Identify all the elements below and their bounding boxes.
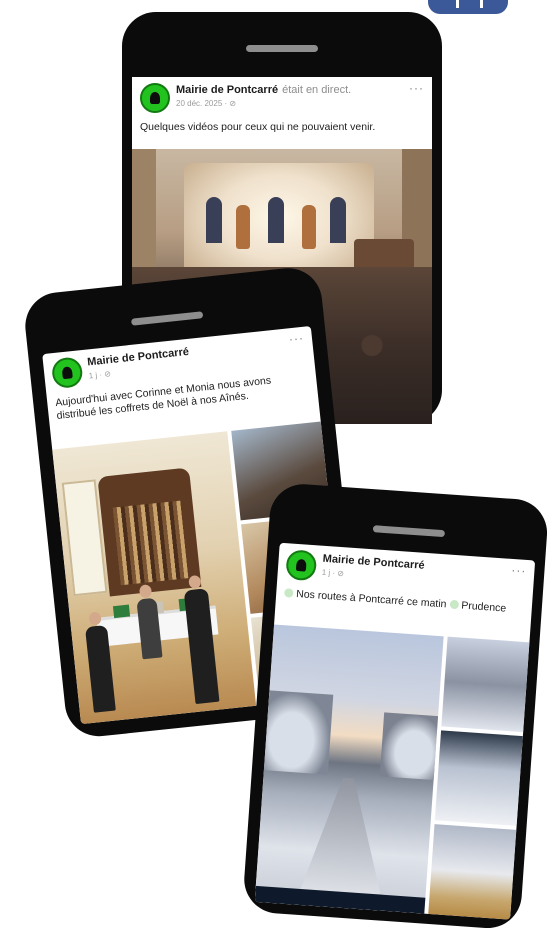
snowy-trees — [263, 690, 334, 775]
warning-icon — [449, 599, 459, 610]
page-avatar[interactable] — [50, 356, 84, 390]
photo-gift-distribution[interactable] — [52, 431, 257, 725]
post-date-text: 1 j · — [88, 369, 105, 381]
snowflake-icon — [283, 588, 294, 598]
phone-speaker — [372, 525, 446, 538]
post-date: 1 j · ⊘ — [322, 568, 345, 579]
phone-speaker — [130, 311, 204, 326]
photo-snowy-road[interactable] — [254, 624, 444, 914]
live-status-text: était en direct. — [282, 84, 352, 96]
bookcase — [97, 467, 202, 597]
post-header: Mairie de Pontcarré était en direct. 20 d… — [132, 77, 432, 121]
altar — [184, 163, 374, 283]
post-date-text: 20 déc. 2025 · — [176, 99, 230, 108]
page-name[interactable]: Mairie de Pontcarré était en direct. — [176, 84, 351, 96]
snowy-trees — [379, 712, 439, 780]
post-text: Quelques vidéos pour ceux qui ne pouvaie… — [140, 121, 376, 133]
statue — [302, 205, 316, 249]
globe-icon: ⊘ — [103, 369, 112, 379]
photo-thumbnail[interactable] — [428, 824, 517, 920]
page-name-text[interactable]: Mairie de Pontcarré — [176, 84, 278, 96]
altar-niche — [330, 197, 346, 243]
more-options-icon[interactable]: ··· — [511, 563, 527, 578]
statue — [236, 205, 250, 249]
more-options-icon[interactable]: ··· — [409, 81, 424, 95]
phone-speaker — [246, 45, 318, 52]
phone-mockup-snowy-roads: Mairie de Pontcarré 1 j · ⊘ ··· Nos rout… — [242, 482, 547, 930]
page-name[interactable]: Mairie de Pontcarré — [87, 346, 190, 369]
page-avatar[interactable] — [285, 549, 318, 582]
post-snowy-roads: Mairie de Pontcarré 1 j · ⊘ ··· Nos rout… — [254, 542, 536, 920]
photo-thumbnail[interactable] — [434, 730, 523, 826]
post-date: 1 j · ⊘ — [88, 369, 111, 380]
facebook-logo-corner — [428, 0, 508, 14]
post-date-text: 1 j · — [321, 567, 338, 578]
post-date: 20 déc. 2025 · ⊘ — [176, 99, 236, 108]
page-avatar[interactable] — [140, 83, 170, 113]
photo-thumbnail[interactable] — [441, 636, 530, 733]
globe-icon: ⊘ — [337, 568, 345, 579]
altar-niche — [268, 197, 284, 243]
more-options-icon[interactable]: ··· — [288, 331, 304, 346]
altar-niche — [206, 197, 222, 243]
globe-icon: ⊘ — [229, 99, 237, 108]
gift-box — [112, 604, 131, 619]
